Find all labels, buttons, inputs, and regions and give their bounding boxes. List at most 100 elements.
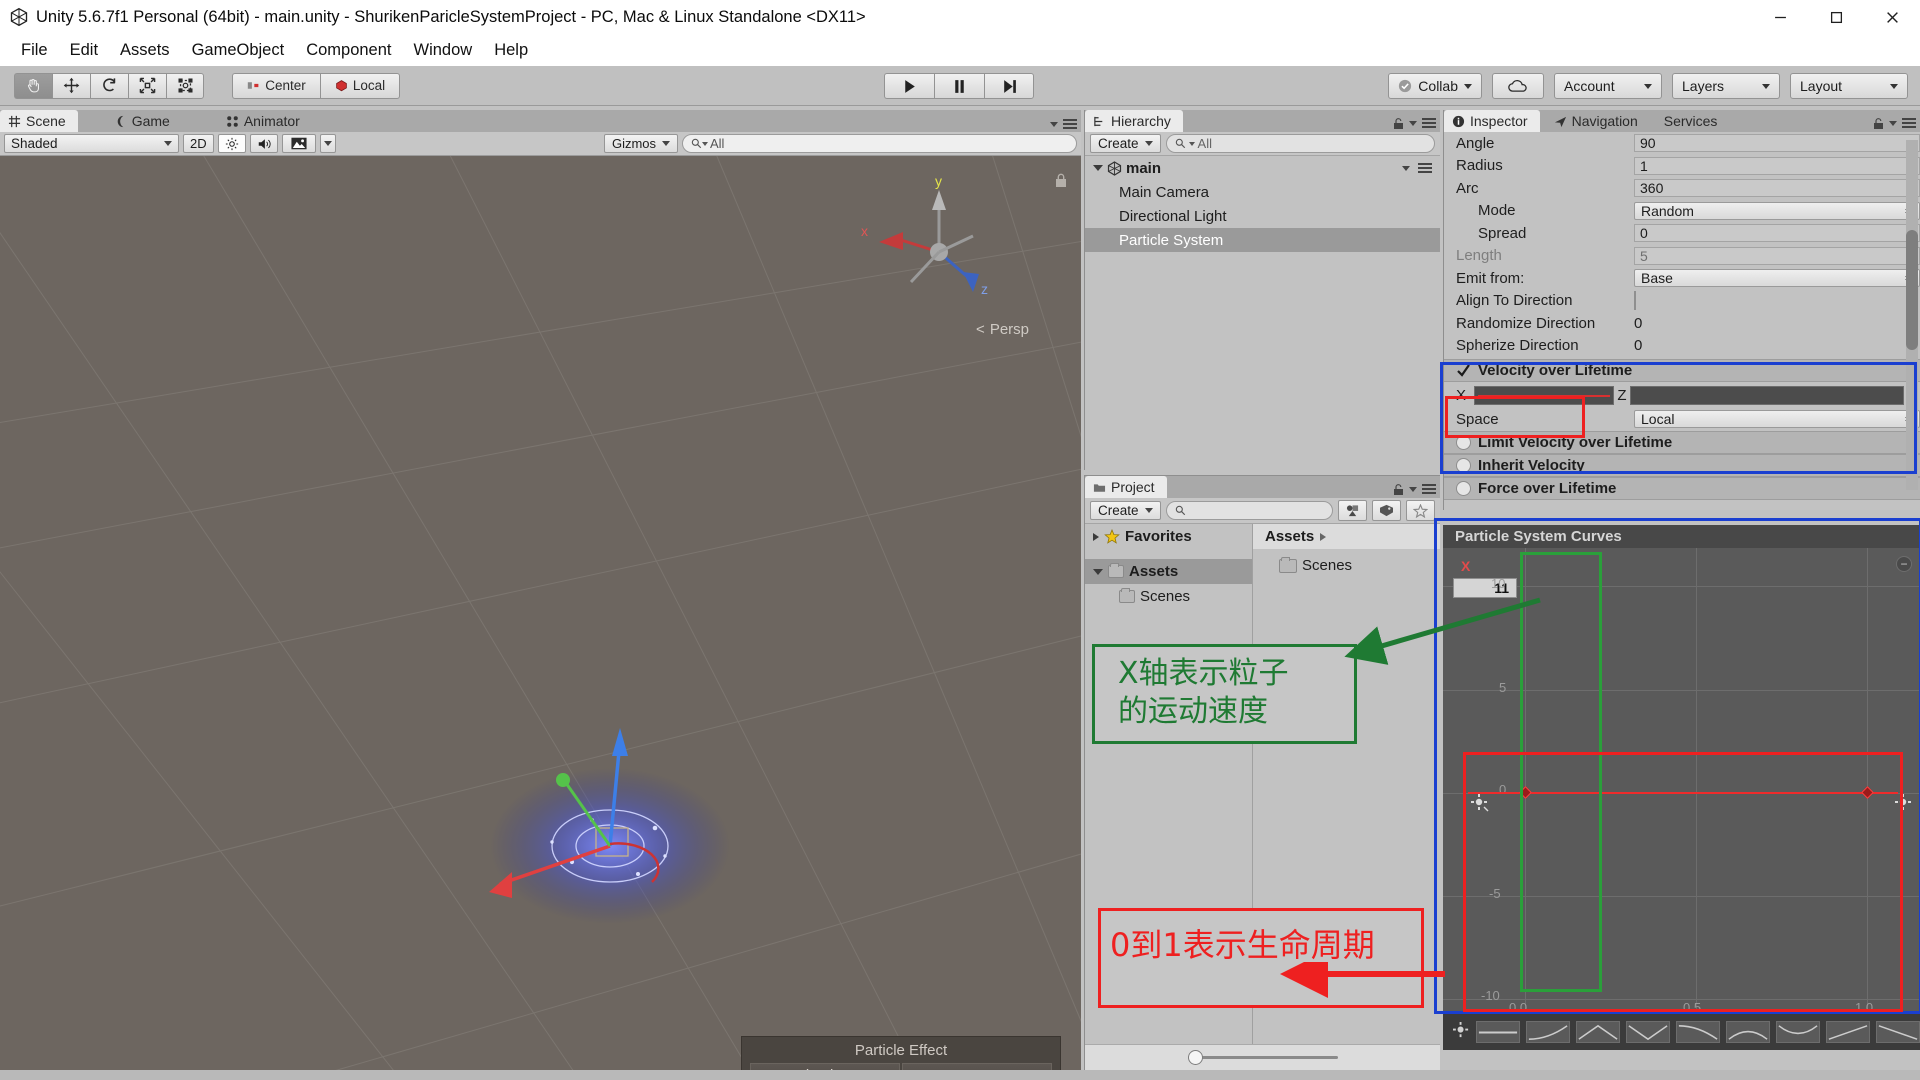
breadcrumb-label[interactable]: Assets	[1265, 528, 1314, 545]
tab-project[interactable]: Project	[1085, 476, 1167, 498]
pause-button[interactable]	[934, 73, 984, 99]
play-button[interactable]	[884, 73, 934, 99]
menu-item-component[interactable]: Component	[295, 39, 402, 62]
curve-preset-6[interactable]	[1776, 1021, 1820, 1043]
curve-preset-3[interactable]	[1626, 1021, 1670, 1043]
arc-field[interactable]: 360	[1634, 179, 1920, 198]
menu-icon[interactable]	[1422, 484, 1436, 494]
menu-item-help[interactable]: Help	[483, 39, 539, 62]
emit-from-dropdown[interactable]: Base	[1634, 269, 1920, 288]
menu-icon[interactable]	[1902, 118, 1916, 128]
module-force-over-lifetime[interactable]: Force over Lifetime	[1444, 476, 1920, 500]
curve-preset-5[interactable]	[1726, 1021, 1770, 1043]
curve-preset-1[interactable]	[1526, 1021, 1570, 1043]
menu-item-window[interactable]: Window	[403, 39, 484, 62]
space-toggle-button[interactable]: Local	[320, 72, 400, 99]
account-button[interactable]: Account	[1554, 73, 1662, 99]
menu-icon[interactable]	[1418, 163, 1432, 173]
layers-button[interactable]: Layers	[1672, 73, 1780, 99]
favorite-button[interactable]	[1406, 500, 1435, 521]
curve-preset-4[interactable]	[1676, 1021, 1720, 1043]
lock-icon[interactable]	[1873, 117, 1884, 129]
mode-dropdown[interactable]: Random	[1634, 201, 1920, 220]
maximize-icon[interactable]	[1808, 0, 1864, 34]
scene-file-icon	[1107, 160, 1122, 176]
project-tree-favorites[interactable]: Favorites	[1085, 524, 1252, 549]
curve-preset-0[interactable]	[1476, 1021, 1520, 1043]
toggle-2d-button[interactable]: 2D	[183, 134, 214, 153]
project-search-input[interactable]	[1165, 501, 1333, 520]
chevron-down-icon[interactable]	[1093, 165, 1103, 171]
scene-audio-toggle[interactable]	[249, 134, 278, 153]
lock-icon[interactable]	[1393, 483, 1404, 495]
filter-by-label-button[interactable]	[1372, 500, 1401, 521]
rotate-tool-button[interactable]	[90, 72, 128, 99]
radius-field[interactable]: 1	[1634, 156, 1920, 175]
scene-view-gizmo[interactable]: y x z	[839, 173, 1009, 314]
tab-scene[interactable]: Scene	[0, 110, 78, 132]
scene-search-input[interactable]: All	[682, 134, 1077, 153]
lock-icon[interactable]	[1393, 117, 1404, 129]
chevron-down-icon[interactable]	[1093, 568, 1103, 575]
project-tree-assets[interactable]: Assets	[1085, 559, 1252, 584]
project-file-scenes[interactable]: Scenes	[1253, 553, 1440, 578]
tab-navigation[interactable]: Navigation	[1546, 110, 1650, 132]
project-zoom-slider[interactable]	[1085, 1044, 1440, 1070]
hierarchy-tab-menu[interactable]	[1393, 117, 1436, 129]
checkbox-unchecked-icon[interactable]	[1456, 480, 1471, 496]
menu-icon[interactable]	[1063, 119, 1077, 129]
hierarchy-search-input[interactable]: All	[1165, 134, 1435, 153]
scene-lighting-toggle[interactable]	[217, 134, 246, 153]
curve-preset-8[interactable]	[1876, 1021, 1920, 1043]
scene-fx-toggle[interactable]	[281, 134, 316, 153]
tab-inspector[interactable]: Inspector	[1444, 110, 1540, 132]
tab-hierarchy[interactable]: Hierarchy	[1085, 110, 1183, 132]
menu-icon[interactable]	[1422, 118, 1436, 128]
preset-gear-icon[interactable]	[1453, 1021, 1470, 1043]
scene-viewport[interactable]: y x z < Persp Particle Effect	[0, 156, 1081, 1080]
angle-field[interactable]: 90	[1634, 134, 1920, 153]
hierarchy-item-main-camera[interactable]: Main Camera	[1085, 180, 1440, 204]
randomize-direction-value[interactable]: 0	[1634, 315, 1642, 332]
tab-game[interactable]: Game	[106, 110, 182, 132]
filter-by-type-button[interactable]	[1338, 500, 1367, 521]
rect-tool-button[interactable]	[166, 72, 204, 99]
curve-preset-7[interactable]	[1826, 1021, 1870, 1043]
scene-projection-label[interactable]: < Persp	[976, 321, 1029, 338]
hand-tool-button[interactable]	[14, 72, 52, 99]
menu-item-edit[interactable]: Edit	[59, 39, 109, 62]
scene-panel: Scene Game Animator Shaded 2D Gizmos All…	[0, 110, 1081, 1080]
step-button[interactable]	[984, 73, 1034, 99]
hierarchy-item-main[interactable]: main	[1085, 156, 1440, 180]
spread-field[interactable]: 0	[1634, 224, 1920, 243]
close-icon[interactable]	[1864, 0, 1920, 34]
draw-mode-dropdown[interactable]: Shaded	[4, 134, 179, 153]
curve-preset-2[interactable]	[1576, 1021, 1620, 1043]
tab-animator[interactable]: Animator	[218, 110, 312, 132]
collab-button[interactable]: Collab	[1388, 73, 1482, 99]
minimize-icon[interactable]	[1752, 0, 1808, 34]
chevron-right-icon[interactable]	[1093, 532, 1099, 541]
cloud-button[interactable]	[1492, 73, 1544, 99]
menu-item-gameobject[interactable]: GameObject	[181, 39, 296, 62]
project-tree-scenes[interactable]: Scenes	[1085, 584, 1252, 609]
spherize-direction-value[interactable]: 0	[1634, 337, 1642, 354]
tab-services[interactable]: Services	[1656, 110, 1730, 132]
scene-tab-menu[interactable]	[1050, 119, 1077, 129]
layout-button[interactable]: Layout	[1790, 73, 1908, 99]
project-tab-menu[interactable]	[1393, 483, 1436, 495]
move-tool-button[interactable]	[52, 72, 90, 99]
scene-lock-icon[interactable]	[1054, 172, 1068, 188]
inspector-tab-menu[interactable]	[1873, 117, 1916, 129]
align-to-direction-checkbox[interactable]	[1634, 291, 1636, 311]
hierarchy-item-directional-light[interactable]: Directional Light	[1085, 204, 1440, 228]
pivot-toggle-button[interactable]: Center	[232, 72, 320, 99]
scene-fx-dropdown[interactable]	[319, 134, 336, 153]
gizmos-button[interactable]: Gizmos	[604, 134, 678, 153]
project-create-button[interactable]: Create	[1090, 501, 1161, 520]
hierarchy-create-button[interactable]: Create	[1090, 134, 1161, 153]
scale-tool-button[interactable]	[128, 72, 166, 99]
menu-item-file[interactable]: File	[10, 39, 59, 62]
hierarchy-item-particle-system[interactable]: Particle System	[1085, 228, 1440, 252]
menu-item-assets[interactable]: Assets	[109, 39, 181, 62]
